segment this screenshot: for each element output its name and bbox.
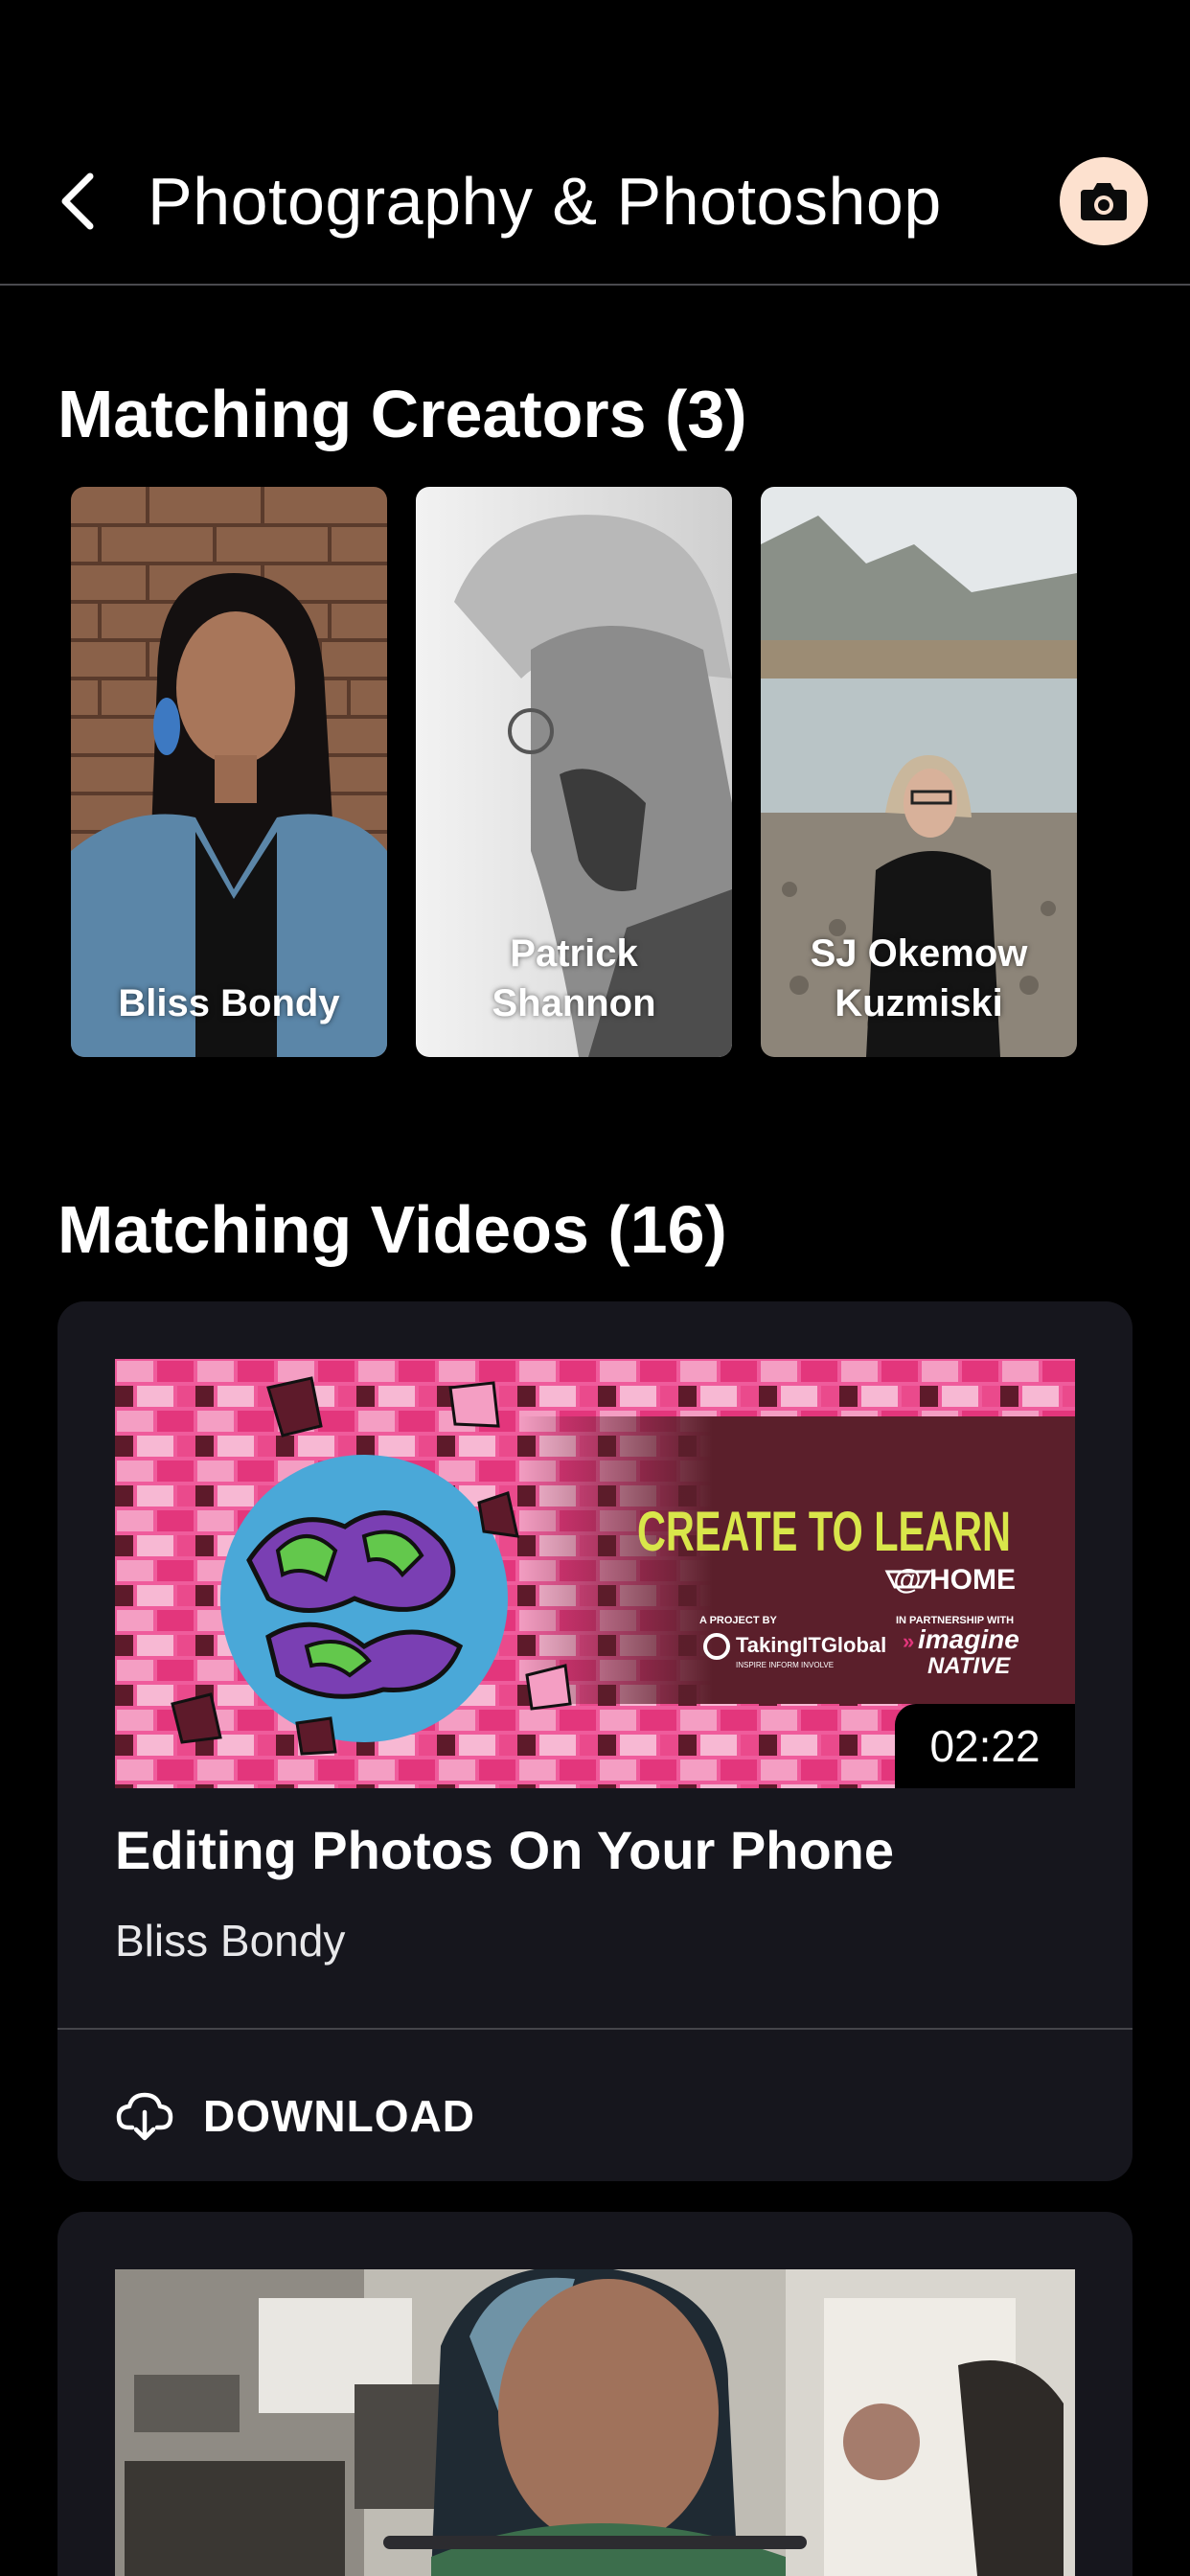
camera-icon <box>1081 183 1127 220</box>
video-creator: Bliss Bondy <box>115 1916 346 1966</box>
video-thumbnail[interactable]: CREATE TO LEARN @ HOME A PROJECT BY IN P… <box>115 1359 1075 1788</box>
video-card: CREATE TO LEARN @ HOME A PROJECT BY IN P… <box>57 1301 1133 2181</box>
creator-card[interactable]: Patrick Shannon <box>416 487 732 1057</box>
status-bar <box>0 0 1190 125</box>
creator-card[interactable]: Bliss Bondy <box>71 487 387 1057</box>
chevron-left-icon <box>61 172 94 230</box>
nav-bar: Photography & Photoshop <box>0 125 1190 286</box>
page-title: Photography & Photoshop <box>148 164 942 239</box>
creator-name: SJ Okemow Kuzmiski <box>810 932 1028 1024</box>
takingitglobal-tagline: INSPIRE INFORM INVOLVE <box>736 1661 834 1669</box>
creators-carousel: Bliss Bondy Patrick Shannon SJ Okemow Ku… <box>71 487 1190 1057</box>
video-duration: 02:22 <box>895 1704 1075 1788</box>
takingitglobal-logo-text: TakingITGlobal <box>736 1633 886 1657</box>
imagine-native-arrows-icon: » <box>903 1629 914 1653</box>
thumbnail-image <box>115 2269 1075 2576</box>
video-thumbnail[interactable] <box>115 2269 1075 2576</box>
creator-name: Bliss Bondy <box>118 982 340 1024</box>
creator-card[interactable]: SJ Okemow Kuzmiski <box>761 487 1077 1057</box>
download-label: DOWNLOAD <box>203 2091 475 2141</box>
home-indicator <box>383 2536 807 2549</box>
download-button[interactable]: DOWNLOAD <box>115 2068 690 2164</box>
project-by-label: A PROJECT BY <box>699 1615 778 1626</box>
card-divider <box>57 2028 1133 2030</box>
thumbnail-headline: CREATE TO LEARN <box>637 1501 1011 1563</box>
videos-section-title: Matching Videos (16) <box>57 1192 727 1267</box>
imagine-native-logo-line2: NATIVE <box>927 1653 1011 1679</box>
creator-photo <box>71 487 387 1057</box>
back-button[interactable] <box>29 153 125 249</box>
video-card <box>57 2212 1133 2576</box>
cloud-download-icon <box>116 2092 173 2141</box>
imagine-native-logo-line1: imagine <box>918 1624 1019 1654</box>
video-title: Editing Photos On Your Phone <box>115 1820 895 1880</box>
creators-section-title: Matching Creators (3) <box>57 377 747 451</box>
creator-name: Patrick Shannon <box>492 932 656 1024</box>
thumbnail-subline: @ HOME <box>893 1564 1016 1596</box>
camera-button[interactable] <box>1060 157 1148 245</box>
